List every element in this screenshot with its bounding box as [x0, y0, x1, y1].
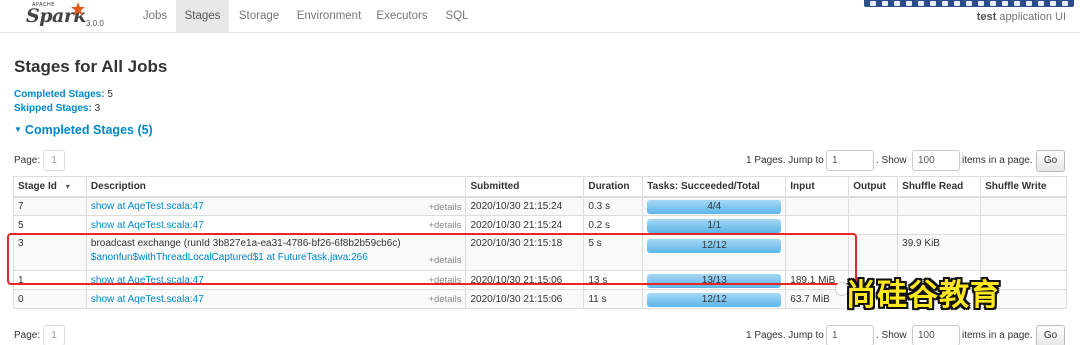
output	[848, 196, 899, 216]
details-toggle[interactable]: +details	[428, 294, 461, 305]
header-description[interactable]: Description	[85, 176, 467, 198]
pages-text: 1 Pages. Jump to	[746, 330, 824, 341]
jump-to-input[interactable]	[826, 150, 874, 171]
stage-id: 5	[13, 215, 87, 235]
tab-storage[interactable]: Storage	[229, 0, 289, 32]
caret-down-icon: ▼	[14, 125, 22, 134]
section-title: Completed Stages (5)	[24, 123, 153, 137]
navbar: APACHE Spark 3.0.0 Jobs Stages Storage E…	[0, 0, 1080, 33]
go-button[interactable]: Go	[1036, 150, 1065, 172]
table-row: 5 show at AqeTest.scala:47 +details 2020…	[13, 215, 1067, 235]
details-toggle[interactable]: +details	[428, 202, 461, 213]
tasks-progress-bar: 12/12	[647, 292, 782, 307]
page-label: Page:	[14, 155, 41, 166]
tab-stages[interactable]: Stages	[176, 0, 229, 32]
app-name-suffix: application UI	[999, 11, 1066, 23]
table-row: 7 show at AqeTest.scala:47 +details 2020…	[13, 196, 1067, 216]
skipped-stages-link[interactable]: Skipped Stages:	[14, 103, 92, 114]
description-cell: show at AqeTest.scala:47 +details	[85, 289, 467, 309]
stage-id: 7	[13, 196, 87, 216]
star-icon	[71, 2, 85, 16]
skipped-stages-summary: Skipped Stages: 3	[14, 103, 100, 114]
duration: 11 s	[583, 289, 644, 309]
header-input[interactable]: Input	[785, 176, 850, 198]
items-label: items in a page.	[962, 330, 1033, 341]
spark-logo[interactable]: APACHE Spark 3.0.0	[26, 2, 106, 32]
shuffle-write	[980, 234, 1067, 271]
details-toggle[interactable]: +details	[428, 220, 461, 231]
completed-stages-count: 5	[107, 89, 113, 100]
description-link[interactable]: show at AqeTest.scala:47	[91, 201, 204, 212]
input	[785, 215, 850, 235]
shuffle-read	[897, 196, 982, 216]
duration: 0.2 s	[583, 215, 644, 235]
output	[848, 215, 899, 235]
submitted: 2020/10/30 21:15:06	[465, 289, 585, 309]
submitted: 2020/10/30 21:15:24	[465, 196, 585, 216]
header-stage-id[interactable]: Stage Id ▾	[13, 176, 87, 198]
pagination-top: Page: 1 1 Pages. Jump to . Show items in…	[0, 150, 1080, 172]
description-cell: show at AqeTest.scala:47 +details	[85, 215, 467, 235]
go-button[interactable]: Go	[1036, 325, 1065, 345]
description-link[interactable]: show at AqeTest.scala:47	[91, 220, 204, 231]
duration: 0.3 s	[583, 196, 644, 216]
sort-desc-icon: ▾	[65, 181, 70, 191]
tab-environment[interactable]: Environment	[289, 0, 369, 32]
submitted: 2020/10/30 21:15:24	[465, 215, 585, 235]
completed-stages-summary: Completed Stages: 5	[14, 89, 113, 100]
tab-sql[interactable]: SQL	[435, 0, 479, 32]
description-cell: show at AqeTest.scala:47 +details	[85, 196, 467, 216]
tasks-progress-bar: 4/4	[647, 199, 782, 214]
tab-executors[interactable]: Executors	[369, 0, 435, 32]
header-shuffle-write[interactable]: Shuffle Write	[980, 176, 1067, 198]
completed-stages-toggle[interactable]: ▼ Completed Stages (5)	[14, 123, 153, 137]
version-label: 3.0.0	[86, 19, 104, 28]
shuffle-write	[980, 215, 1067, 235]
tasks-cell: 4/4	[642, 196, 787, 216]
tab-jobs[interactable]: Jobs	[134, 0, 176, 32]
overlay-toolbar	[864, 0, 1074, 7]
description-link[interactable]: show at AqeTest.scala:47	[91, 294, 204, 305]
header-submitted[interactable]: Submitted	[465, 176, 585, 198]
show-label: . Show	[876, 155, 907, 166]
jump-to-input[interactable]	[826, 325, 874, 345]
input	[785, 196, 850, 216]
show-label: . Show	[876, 330, 907, 341]
header-duration[interactable]: Duration	[583, 176, 644, 198]
tasks-cell: 12/12	[642, 289, 787, 309]
page-number-button[interactable]: 1	[43, 150, 65, 171]
page-title: Stages for All Jobs	[14, 57, 168, 76]
shuffle-read: 39.9 KiB	[897, 234, 982, 271]
skipped-stages-count: 3	[94, 103, 101, 114]
items-label: items in a page.	[962, 155, 1033, 166]
completed-stages-link[interactable]: Completed Stages:	[14, 89, 105, 100]
tasks-cell: 1/1	[642, 215, 787, 235]
app-name-value: test	[976, 11, 997, 23]
header-output[interactable]: Output	[848, 176, 899, 198]
page-size-input[interactable]	[912, 150, 960, 171]
page-label: Page:	[14, 330, 41, 341]
shuffle-write	[980, 196, 1067, 216]
app-name: test application UI	[977, 11, 1066, 23]
pagination-bottom: Page: 1 1 Pages. Jump to . Show items in…	[0, 325, 1080, 345]
header-shuffle-read[interactable]: Shuffle Read	[897, 176, 982, 198]
stage-id: 0	[13, 289, 87, 309]
tasks-progress-bar: 1/1	[647, 218, 782, 233]
highlight-annotation	[7, 233, 857, 285]
shuffle-read	[897, 215, 982, 235]
page-number-button[interactable]: 1	[43, 325, 65, 345]
page-size-input[interactable]	[912, 325, 960, 345]
watermark-text: 尚硅谷教育	[846, 278, 1001, 313]
pages-text: 1 Pages. Jump to	[746, 155, 824, 166]
header-tasks[interactable]: Tasks: Succeeded/Total	[642, 176, 787, 198]
